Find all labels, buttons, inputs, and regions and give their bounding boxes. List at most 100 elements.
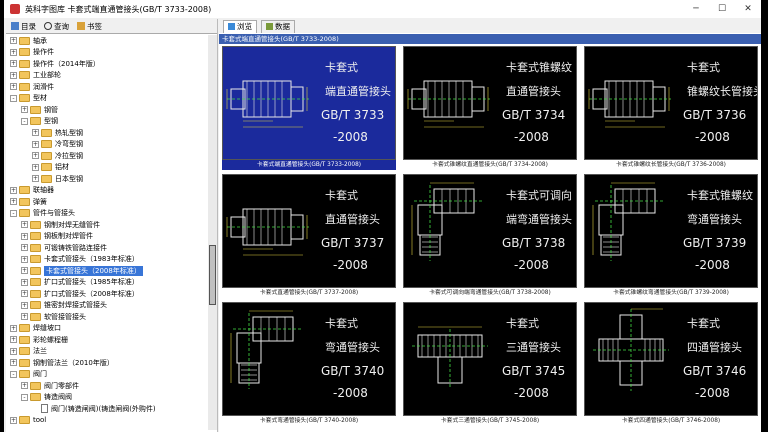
tree-item[interactable]: + 钢管 xyxy=(21,104,58,115)
tree-item[interactable]: + 铝材 xyxy=(32,162,69,173)
fitting-drawing-thumbnail[interactable]: 卡套式 直通管接头 GB/T 3737 -2008 xyxy=(222,174,396,288)
tree-item-label: 钢管 xyxy=(44,105,58,114)
fitting-drawing-thumbnail[interactable]: 卡套式 四通管接头 GB/T 3746 -2008 xyxy=(584,302,758,416)
tree-item[interactable]: + 扩口式管接头（2008年标准） xyxy=(21,288,139,299)
collapse-icon[interactable]: - xyxy=(21,117,28,125)
expand-icon[interactable]: + xyxy=(10,347,17,355)
drawing-label: 卡套式 xyxy=(325,317,358,330)
expand-icon[interactable]: + xyxy=(10,83,17,90)
fitting-drawing-thumbnail[interactable]: 卡套式 弯通管接头 GB/T 3740 -2008 xyxy=(222,302,396,416)
tree-item[interactable]: + 阀门零部件 xyxy=(21,380,79,391)
maximize-icon[interactable]: ☐ xyxy=(709,0,735,18)
tree-item[interactable]: + 轴承 xyxy=(10,35,47,46)
tree-item[interactable]: + 弹簧 xyxy=(10,196,47,207)
fitting-drawing-thumbnail[interactable]: 卡套式锥螺纹 弯通管接头 GB/T 3739 -2008 xyxy=(584,174,758,288)
expand-icon[interactable]: + xyxy=(21,255,28,263)
tree-item[interactable]: + 钢制对焊无缝管件 xyxy=(21,219,100,230)
expand-icon[interactable]: + xyxy=(10,48,17,56)
expand-icon[interactable]: + xyxy=(10,37,17,44)
tree-item[interactable]: + 冷弯型钢 xyxy=(32,139,83,150)
tree-item[interactable]: 阀门(铸造闸阀)(铸造闸阀(外购件) xyxy=(32,403,156,414)
tree-item[interactable]: + tool xyxy=(10,415,46,426)
expand-icon[interactable]: + xyxy=(21,106,28,113)
tree-item[interactable]: + 焊缝坡口 xyxy=(10,323,61,334)
tab-search[interactable]: 查询 xyxy=(41,20,72,32)
tree-item[interactable]: + 操作件 xyxy=(10,47,54,58)
tree-item[interactable]: + 工业部轮 xyxy=(10,70,61,81)
drawing-label: 卡套式 xyxy=(325,189,358,202)
tree-item[interactable]: + 锥密封焊接式管接头 xyxy=(21,300,107,311)
cad-drawing: 卡套式四通管接头 GB/T 3746 -2008 xyxy=(593,308,746,400)
tree-item[interactable]: - 型材 xyxy=(10,93,47,104)
tree-item[interactable]: + 卡套式管接头（1983年标准） xyxy=(21,254,139,265)
minimize-icon[interactable]: ─ xyxy=(683,0,709,18)
expand-icon[interactable]: + xyxy=(21,382,28,389)
expand-icon[interactable]: + xyxy=(21,232,28,240)
window-title: 英科字图库 卡套式端直通管接头(GB/T 3733-2008) xyxy=(25,4,212,14)
expand-icon[interactable]: + xyxy=(10,198,17,205)
folder-icon xyxy=(19,186,30,194)
fitting-drawing-thumbnail[interactable]: 卡套式锥螺纹 直通管接头 GB/T 3734 -2008 xyxy=(403,46,577,160)
expand-icon[interactable]: + xyxy=(32,163,39,171)
tree-item[interactable]: + 操作件（2014年版） xyxy=(10,58,100,69)
tab-catalog[interactable]: 目录 xyxy=(8,20,39,32)
collapse-icon[interactable]: - xyxy=(10,209,17,217)
tree-item[interactable]: + 彩轮螺程栅 xyxy=(10,334,68,345)
tree-item[interactable]: + 热轧型钢 xyxy=(32,127,83,138)
expand-icon[interactable]: + xyxy=(21,267,28,274)
collapse-icon[interactable]: - xyxy=(21,393,28,401)
tree-item[interactable]: + 冷拉型钢 xyxy=(32,150,83,161)
fitting-drawing-thumbnail[interactable]: 卡套式 端直通管接头 GB/T 3733 -2008 xyxy=(222,46,396,160)
close-icon[interactable]: ✕ xyxy=(735,0,761,18)
tree-item[interactable]: + 可锻铸铁管路连接件 xyxy=(21,242,107,253)
expand-icon[interactable]: + xyxy=(10,359,17,366)
tree-item[interactable]: + 钢板制对焊管件 xyxy=(21,231,93,242)
expand-icon[interactable]: + xyxy=(32,175,39,182)
expand-icon[interactable]: + xyxy=(21,290,28,297)
expand-icon[interactable]: + xyxy=(21,278,28,286)
tree-item[interactable]: - 管件与管接头 xyxy=(10,208,75,219)
tree-scrollbar[interactable] xyxy=(208,35,217,430)
expand-icon[interactable]: + xyxy=(10,324,17,332)
collapse-icon[interactable]: - xyxy=(10,94,17,102)
tree-item[interactable]: + 日本型钢 xyxy=(32,173,83,184)
collapse-icon[interactable]: - xyxy=(10,370,17,378)
tree-item[interactable]: + 联轴器 xyxy=(10,185,54,196)
fitting-drawing-thumbnail[interactable]: 卡套式可调向 端弯通管接头 GB/T 3738 -2008 xyxy=(403,174,577,288)
expand-icon[interactable]: + xyxy=(10,71,17,79)
expand-icon[interactable]: + xyxy=(21,313,28,320)
tree-item[interactable]: + 法兰 xyxy=(10,346,47,357)
expand-icon[interactable]: + xyxy=(10,60,17,67)
expand-icon[interactable]: + xyxy=(21,301,28,309)
folder-icon xyxy=(19,370,30,378)
tab-browse[interactable]: 浏览 xyxy=(223,19,257,33)
drawing-label: 直通管接头 xyxy=(506,84,561,98)
tree-item-label: 铸造阀阀 xyxy=(44,393,72,401)
fitting-drawing-thumbnail[interactable]: 卡套式 三通管接头 GB/T 3745 -2008 xyxy=(403,302,577,416)
fitting-drawing xyxy=(411,182,482,261)
tree-item[interactable]: - 型钢 xyxy=(21,116,58,127)
tree-item[interactable]: + 软管接管接头 xyxy=(21,311,86,322)
expand-icon[interactable]: + xyxy=(10,336,17,343)
expand-icon[interactable]: + xyxy=(21,221,28,228)
fitting-drawing-thumbnail[interactable]: 卡套式 锥螺纹长管接头 GB/T 3736 -2008 xyxy=(584,46,758,160)
expand-icon[interactable]: + xyxy=(32,129,39,136)
expand-icon[interactable]: + xyxy=(32,140,39,148)
tree-item[interactable]: - 铸造阀阀 xyxy=(21,392,72,403)
tree-item[interactable]: + 润滑件 xyxy=(10,81,54,92)
tree-item[interactable]: + 卡套式管接头（2008年标准） xyxy=(21,265,143,276)
expand-icon[interactable]: + xyxy=(10,186,17,194)
tab-data[interactable]: 数据 xyxy=(261,19,295,33)
scrollbar-thumb[interactable] xyxy=(209,245,216,305)
expand-icon[interactable]: + xyxy=(32,152,39,159)
expand-icon[interactable]: + xyxy=(21,244,28,251)
drawing-label: -2008 xyxy=(333,386,368,400)
expand-icon[interactable]: + xyxy=(10,416,17,424)
drawing-label: 卡套式 xyxy=(687,61,720,74)
tree-item[interactable]: + 钢制管法兰（2010年版） xyxy=(10,357,114,368)
folder-icon xyxy=(19,347,30,355)
tab-bookmark[interactable]: 书签 xyxy=(74,20,105,32)
tree-item[interactable]: - 阀门 xyxy=(10,369,47,380)
drawing-label: 弯通管接头 xyxy=(687,212,742,226)
tree-item[interactable]: + 扩口式管接头（1985年标准） xyxy=(21,277,139,288)
